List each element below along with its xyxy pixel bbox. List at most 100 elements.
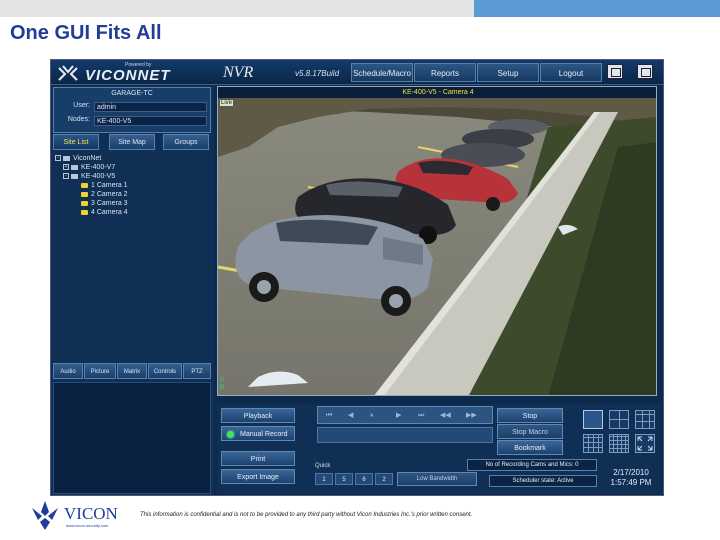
live-badge: Live	[220, 100, 234, 106]
setup-button[interactable]: Setup	[477, 63, 539, 82]
camera-video-view[interactable]: KE-400-V5 - Camera 4 Live P R	[217, 86, 657, 396]
server-name: GARAGE-TC	[111, 90, 153, 97]
camera-label: KE-400-V5 - Camera 4	[402, 89, 474, 96]
control-panel-area	[53, 382, 211, 494]
fullscreen-icon[interactable]	[635, 434, 655, 453]
fast-rewind-icon[interactable]: ◀◀	[440, 411, 451, 419]
user-label: User:	[73, 102, 90, 109]
nodes-label: Nodes:	[67, 116, 90, 123]
camera-icon	[81, 209, 88, 215]
app-header: Powered by VICONNET NVR v5.8.17Build Sch…	[51, 60, 663, 85]
quick-button-5[interactable]: 5	[335, 473, 353, 485]
tab-audio[interactable]: Audio	[53, 363, 83, 379]
tab-site-list[interactable]: Site List	[53, 134, 99, 150]
version-label: v5.8.17Build	[295, 69, 340, 78]
tab-controls[interactable]: Controls	[148, 363, 182, 379]
quick-button-1[interactable]: 1	[315, 473, 333, 485]
tab-matrix[interactable]: Matrix	[117, 363, 147, 379]
site-tabs: Site List Site Map Groups	[53, 134, 211, 151]
scheduler-state: Scheduler state: Active	[489, 475, 597, 487]
parking-lot-scene	[218, 87, 656, 395]
date-time-display: 2/17/2010 1:57:49 PM	[601, 468, 661, 488]
user-value: admin	[94, 102, 207, 112]
tree-node-server[interactable]: - KE-400-V5	[63, 172, 115, 181]
camera-icon	[81, 191, 88, 197]
play-icon[interactable]: ▶	[396, 411, 401, 419]
layout-5x5-icon[interactable]	[609, 434, 629, 453]
quick-button-2[interactable]: 2	[375, 473, 393, 485]
export-image-button[interactable]: Export Image	[221, 469, 295, 484]
server-icon	[71, 164, 78, 170]
nodes-value: KE-400-V5	[94, 116, 207, 126]
layout-3x3-icon[interactable]	[635, 410, 655, 429]
tree-node-camera[interactable]: 2 Camera 2	[81, 190, 128, 199]
reports-button[interactable]: Reports	[414, 63, 476, 82]
slide-title: One GUI Fits All	[10, 22, 162, 44]
vicon-footer-logo: VICON www.vicon-security.com	[28, 496, 138, 536]
schedule-macro-button[interactable]: Schedule/Macro	[351, 63, 413, 82]
stop-macro-button[interactable]: Stop Macro	[497, 424, 563, 439]
server-icon	[71, 173, 78, 179]
tab-site-map[interactable]: Site Map	[109, 134, 155, 150]
network-icon	[63, 155, 70, 161]
tab-ptz[interactable]: PTZ	[183, 363, 211, 379]
vicon-logo-subtext: www.vicon-security.com	[66, 523, 109, 528]
camera-icon	[81, 200, 88, 206]
expand-icon[interactable]: +	[63, 164, 69, 171]
bottom-tabs: Audio Picture Matrix Controls PTZ	[53, 363, 211, 380]
viconnet-logo-icon	[58, 65, 78, 81]
tree-node-camera[interactable]: 1 Camera 1	[81, 181, 128, 190]
tree-node-server[interactable]: + KE-400-V7	[63, 163, 115, 172]
site-tree: - ViconNet + KE-400-V7 - KE-400-V5 1 Camera…	[55, 154, 211, 354]
minimize-icon[interactable]	[607, 64, 623, 79]
fast-forward-icon[interactable]: ▶▶	[466, 411, 477, 419]
close-icon[interactable]	[637, 64, 653, 79]
tree-node-camera[interactable]: 4 Camera 4	[81, 208, 128, 217]
playback-button[interactable]: Playback	[221, 408, 295, 423]
transport-bar: ⏮ ◀ ⏸ ▶ ⏭ ◀◀ ▶▶	[317, 406, 493, 424]
tab-picture[interactable]: Picture	[84, 363, 116, 379]
control-panel: Playback Manual Record Print Export Imag…	[217, 404, 661, 494]
collapse-icon[interactable]: -	[63, 173, 69, 180]
timeline-bar[interactable]	[317, 427, 493, 443]
tab-groups[interactable]: Groups	[163, 134, 209, 150]
expand-arrows-icon	[637, 436, 653, 451]
viconnet-logo: Powered by VICONNET	[55, 62, 215, 84]
manual-record-button[interactable]: Manual Record	[221, 426, 295, 441]
camera-icon	[81, 182, 88, 188]
bookmark-button[interactable]: Bookmark	[497, 440, 563, 455]
rewind-icon[interactable]: ◀	[348, 411, 353, 419]
vicon-logo-icon	[32, 501, 58, 530]
nvr-app-window: Powered by VICONNET NVR v5.8.17Build Sch…	[50, 59, 664, 496]
status-tag-p: P	[220, 378, 225, 384]
video-status-tags: P R	[220, 378, 224, 392]
recording-status: No of Recording Cams and Mics: 0	[467, 459, 597, 471]
manual-record-label: Manual Record	[240, 431, 288, 438]
print-button[interactable]: Print	[221, 451, 295, 466]
slide-accent-bar	[474, 0, 720, 17]
pause-icon[interactable]: ⏸	[370, 411, 374, 419]
skip-forward-icon[interactable]: ⏭	[418, 411, 424, 419]
layout-1x1-icon[interactable]	[583, 410, 603, 429]
skip-back-icon[interactable]: ⏮	[326, 411, 332, 419]
confidentiality-notice: This information is confidential and is …	[140, 512, 473, 518]
record-led-icon	[227, 431, 234, 438]
stop-button[interactable]: Stop	[497, 408, 563, 423]
logo-wordmark: VICONNET	[85, 67, 171, 84]
app-name: NVR	[223, 64, 254, 81]
quick-button-6[interactable]: 6	[355, 473, 373, 485]
server-info-box: GARAGE-TC User: admin Nodes: KE-400-V5	[53, 87, 211, 133]
collapse-icon[interactable]: -	[55, 155, 61, 162]
status-tag-r: R	[220, 385, 225, 391]
time-label: 1:57:49 PM	[610, 478, 652, 487]
quick-label: Quick	[315, 463, 331, 469]
tree-node-root[interactable]: - ViconNet	[55, 154, 101, 163]
layout-4x4-icon[interactable]	[583, 434, 603, 453]
left-pane: GARAGE-TC User: admin Nodes: KE-400-V5 S…	[51, 86, 214, 495]
date-label: 2/17/2010	[613, 468, 649, 477]
vicon-logo-text: VICON	[64, 504, 118, 523]
layout-2x2-icon[interactable]	[609, 410, 629, 429]
low-bandwidth-button[interactable]: Low Bandwidth	[397, 472, 477, 486]
tree-node-camera[interactable]: 3 Camera 3	[81, 199, 128, 208]
logout-button[interactable]: Logout	[540, 63, 602, 82]
